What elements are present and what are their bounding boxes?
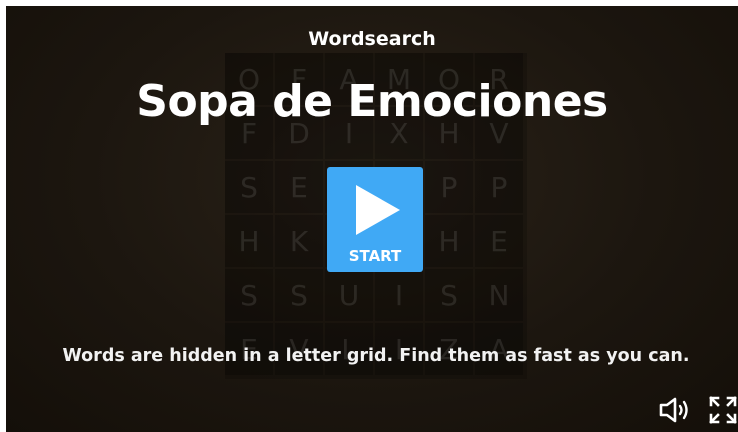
grid-cell: P bbox=[425, 161, 473, 213]
game-title: Sopa de Emociones bbox=[136, 76, 608, 127]
grid-cell: S bbox=[225, 161, 273, 213]
grid-cell: S bbox=[275, 269, 323, 321]
grid-cell: I bbox=[375, 269, 423, 321]
start-label: START bbox=[348, 247, 402, 265]
grid-cell: U bbox=[325, 269, 373, 321]
fullscreen-button[interactable] bbox=[708, 395, 738, 425]
grid-cell: S bbox=[425, 269, 473, 321]
play-icon bbox=[356, 185, 400, 235]
sound-toggle-button[interactable] bbox=[658, 396, 692, 424]
speaker-icon bbox=[659, 397, 688, 423]
grid-cell: E bbox=[275, 161, 323, 213]
grid-cell: E bbox=[475, 215, 523, 267]
grid-cell: S bbox=[225, 269, 273, 321]
fullscreen-icon bbox=[709, 396, 737, 424]
start-button[interactable]: START bbox=[327, 167, 423, 272]
game-description: Words are hidden in a letter grid. Find … bbox=[62, 346, 690, 366]
grid-cell: K bbox=[275, 215, 323, 267]
grid-cell: P bbox=[475, 161, 523, 213]
game-type-label: Wordsearch bbox=[308, 28, 436, 50]
grid-cell: H bbox=[225, 215, 273, 267]
grid-cell: N bbox=[475, 269, 523, 321]
game-frame: O F A M O R F D I X H V S E P P H K H E … bbox=[6, 6, 738, 432]
grid-cell: H bbox=[425, 215, 473, 267]
